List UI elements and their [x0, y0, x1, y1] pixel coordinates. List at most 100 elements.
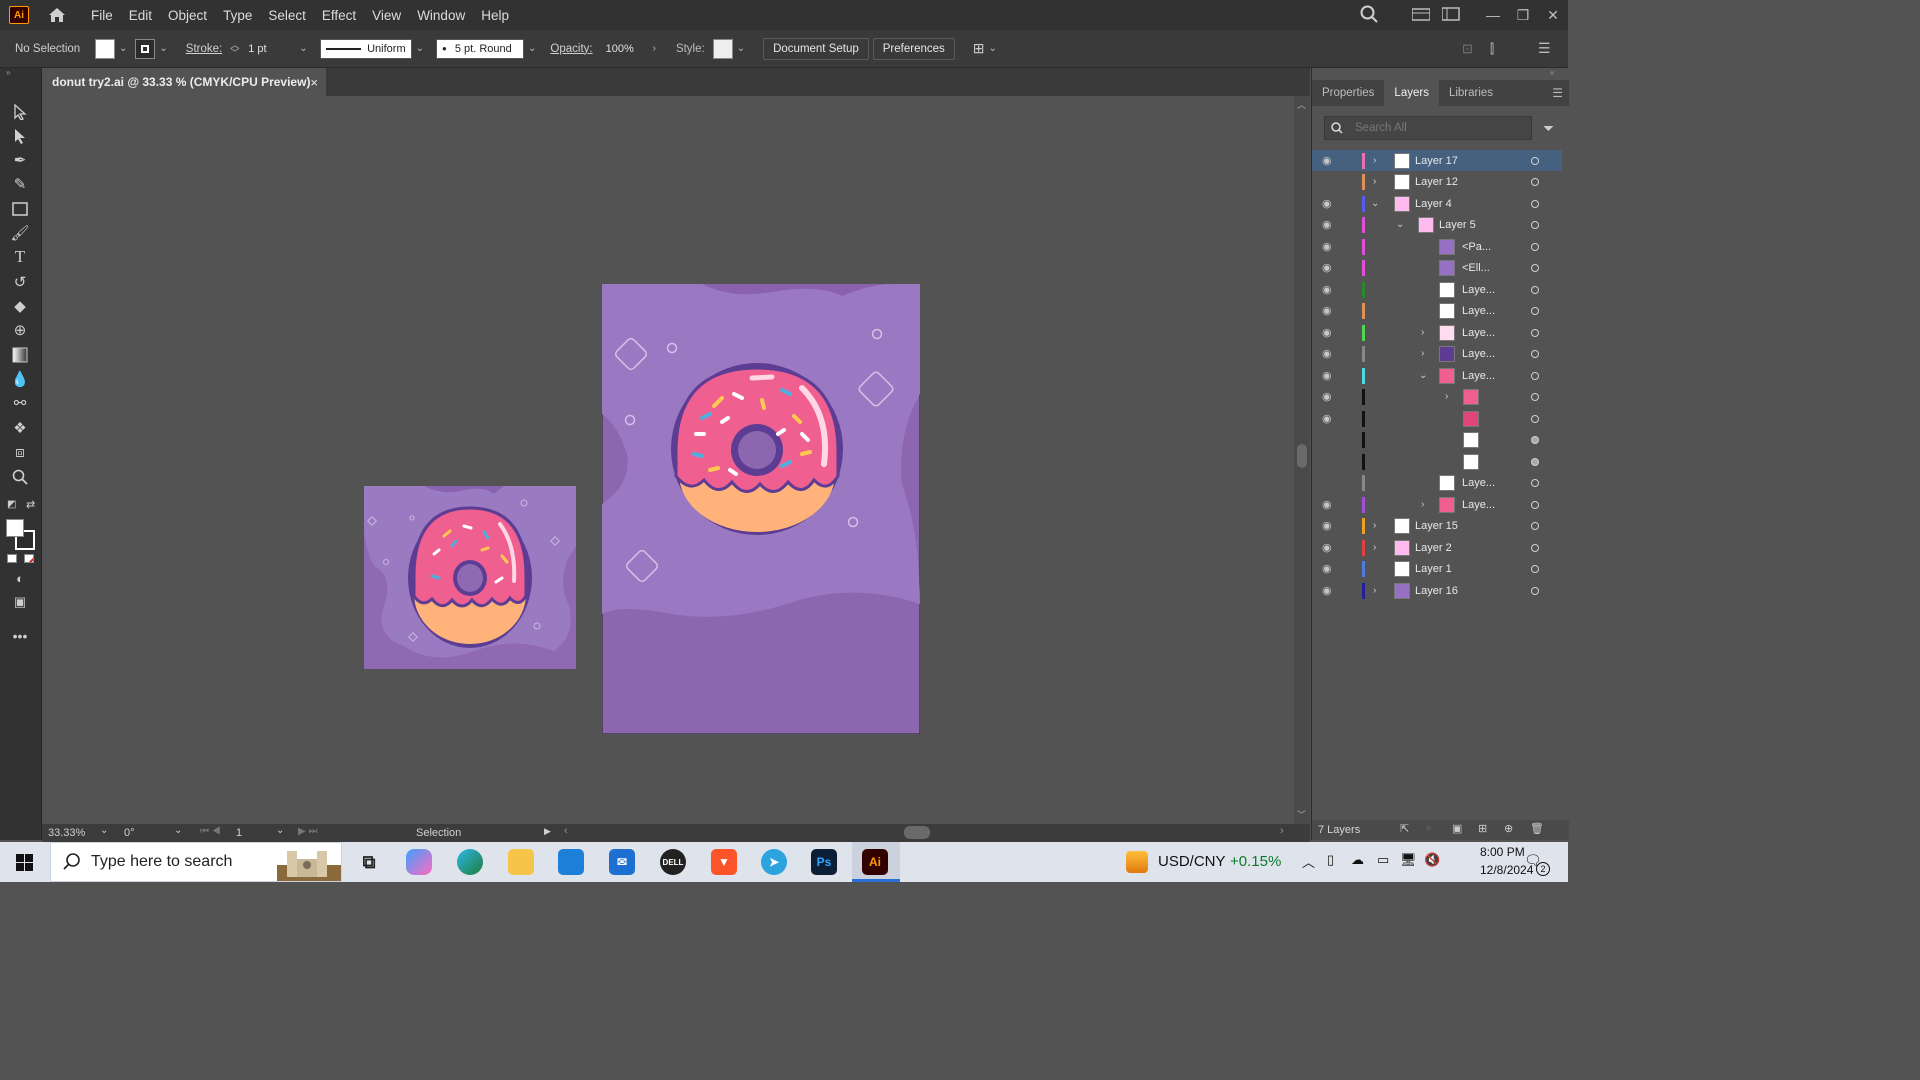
- expand-chevron-icon[interactable]: ›: [1421, 499, 1424, 510]
- visibility-eye-icon[interactable]: ◉: [1322, 283, 1336, 296]
- layer-row[interactable]: ◉ <Pa...: [1312, 236, 1562, 257]
- color-mode-icon[interactable]: [7, 554, 17, 563]
- layer-row[interactable]: ◉ › Laye...: [1312, 494, 1562, 515]
- panel-menu-icon[interactable]: ☰: [1552, 80, 1563, 106]
- rectangle-tool-icon[interactable]: [10, 199, 30, 219]
- menu-select[interactable]: Select: [260, 8, 314, 23]
- artboard-main[interactable]: [602, 284, 920, 734]
- edge-icon[interactable]: [457, 849, 483, 875]
- curvature-tool-icon[interactable]: ✎: [10, 174, 30, 194]
- stroke-stepper[interactable]: ︿ ﹀: [230, 40, 239, 57]
- microsoft-store-icon[interactable]: [558, 849, 584, 875]
- target-icon[interactable]: [1531, 371, 1539, 380]
- workspace-icon[interactable]: [1436, 6, 1466, 24]
- layer-name[interactable]: Layer 16: [1415, 585, 1458, 597]
- minimize-icon[interactable]: —: [1478, 7, 1508, 23]
- visibility-eye-icon[interactable]: ◉: [1322, 240, 1336, 253]
- collapse-chevron-icon[interactable]: ⌄: [1396, 219, 1404, 230]
- status-menu-icon[interactable]: ▶: [544, 826, 551, 837]
- artboard-number[interactable]: 1: [236, 827, 242, 839]
- opacity-input[interactable]: 100%: [601, 39, 653, 59]
- search-icon[interactable]: [1354, 5, 1384, 26]
- layer-name[interactable]: Layer 15: [1415, 520, 1458, 532]
- type-tool-icon[interactable]: T: [10, 247, 30, 267]
- locate-object-icon[interactable]: ⌕: [1426, 822, 1432, 835]
- network-icon[interactable]: 🖥: [1400, 852, 1417, 868]
- file-explorer-icon[interactable]: [508, 849, 534, 875]
- layer-row[interactable]: ◉ › Layer 15: [1312, 515, 1562, 536]
- visibility-eye-icon[interactable]: ◉: [1322, 412, 1336, 425]
- visibility-eye-icon[interactable]: ◉: [1322, 584, 1336, 597]
- tab-libraries[interactable]: Libraries: [1439, 80, 1503, 106]
- chevron-down-icon[interactable]: ⌄: [174, 825, 182, 836]
- swap-colors-icon[interactable]: ⇄: [26, 498, 35, 511]
- layer-row[interactable]: ◉ › Laye...: [1312, 322, 1562, 343]
- expand-chevron-icon[interactable]: ›: [1373, 155, 1376, 166]
- expand-chevron-icon[interactable]: ›: [1373, 585, 1376, 596]
- layer-row[interactable]: [1312, 429, 1562, 450]
- variable-width-profile[interactable]: Uniform: [319, 38, 412, 59]
- layer-name[interactable]: Layer 17: [1415, 155, 1458, 167]
- windows-start-icon[interactable]: [16, 854, 33, 871]
- eyedropper-tool-icon[interactable]: 💧: [10, 369, 30, 389]
- stroke-swatch[interactable]: [135, 38, 156, 59]
- target-icon[interactable]: [1531, 543, 1539, 552]
- battery-icon[interactable]: ▭: [1377, 852, 1389, 868]
- panel-menu-icon[interactable]: ☰: [1538, 40, 1551, 57]
- target-icon[interactable]: [1531, 349, 1539, 358]
- target-icon[interactable]: [1531, 435, 1539, 444]
- target-icon[interactable]: [1531, 306, 1539, 315]
- weather-icon[interactable]: ☁: [1351, 852, 1364, 868]
- expand-chevron-icon[interactable]: ›: [1421, 327, 1424, 338]
- layer-name[interactable]: Laye...: [1462, 348, 1495, 360]
- volume-icon[interactable]: 🔇: [1424, 852, 1440, 868]
- target-icon[interactable]: [1531, 220, 1539, 229]
- expand-chevron-icon[interactable]: ›: [1445, 391, 1448, 402]
- target-icon[interactable]: [1531, 328, 1539, 337]
- selection-tool-icon[interactable]: [10, 102, 30, 122]
- arrange-documents-icon[interactable]: [1406, 7, 1436, 24]
- target-icon[interactable]: [1531, 414, 1539, 423]
- artboard-nav-next-icon[interactable]: ▶ ⏭: [298, 826, 317, 837]
- chevron-down-icon[interactable]: ⌄: [416, 43, 424, 54]
- expand-chevron-icon[interactable]: ›: [1421, 348, 1424, 359]
- export-icon[interactable]: ⇱: [1400, 822, 1409, 835]
- scroll-right-icon[interactable]: ›: [1280, 825, 1284, 837]
- chevron-down-icon[interactable]: ⌄: [119, 43, 127, 54]
- menu-edit[interactable]: Edit: [121, 8, 160, 23]
- tab-properties[interactable]: Properties: [1312, 80, 1384, 106]
- target-icon[interactable]: [1531, 457, 1539, 466]
- expand-chevron-icon[interactable]: ›: [1373, 520, 1376, 531]
- new-sublayer-icon[interactable]: ⊞: [1478, 822, 1487, 835]
- paintbrush-tool-icon[interactable]: 🖌: [10, 223, 30, 243]
- layer-name[interactable]: Layer 12: [1415, 176, 1458, 188]
- stroke-label[interactable]: Stroke:: [186, 43, 222, 55]
- collapse-chevron-icon[interactable]: ⌄: [1371, 198, 1379, 209]
- chevron-down-icon[interactable]: ⌄: [276, 825, 284, 836]
- visibility-eye-icon[interactable]: ◉: [1322, 498, 1336, 511]
- eraser-tool-icon[interactable]: ◆: [10, 296, 30, 316]
- screen-mode-icon[interactable]: ▣: [10, 592, 30, 612]
- layer-name[interactable]: Laye...: [1462, 370, 1495, 382]
- visibility-eye-icon[interactable]: ◉: [1322, 369, 1336, 382]
- symbol-sprayer-tool-icon[interactable]: ❖: [10, 418, 30, 438]
- visibility-eye-icon[interactable]: ◉: [1322, 562, 1336, 575]
- more-tools-icon[interactable]: •••: [10, 626, 30, 646]
- layers-search[interactable]: Search All: [1324, 116, 1532, 140]
- brave-icon[interactable]: ▼: [711, 849, 737, 875]
- chevron-right-icon[interactable]: ›: [653, 43, 656, 54]
- layer-row[interactable]: ◉ ⌄ Laye...: [1312, 365, 1562, 386]
- blend-tool-icon[interactable]: ⚯: [10, 393, 30, 413]
- visibility-eye-icon[interactable]: ◉: [1322, 154, 1336, 167]
- target-icon[interactable]: [1531, 521, 1539, 530]
- visibility-eye-icon[interactable]: ◉: [1322, 347, 1336, 360]
- make-clipping-mask-icon[interactable]: ▣: [1452, 822, 1462, 835]
- menu-effect[interactable]: Effect: [314, 8, 364, 23]
- copilot-icon[interactable]: [406, 849, 432, 875]
- filter-icon[interactable]: ⏷: [1543, 120, 1554, 137]
- document-setup-button[interactable]: Document Setup: [763, 37, 869, 60]
- clock-time[interactable]: 8:00 PM: [1480, 845, 1525, 859]
- layer-name[interactable]: Layer 5: [1439, 219, 1476, 231]
- menu-type[interactable]: Type: [215, 8, 260, 23]
- layer-name[interactable]: Layer 2: [1415, 542, 1452, 554]
